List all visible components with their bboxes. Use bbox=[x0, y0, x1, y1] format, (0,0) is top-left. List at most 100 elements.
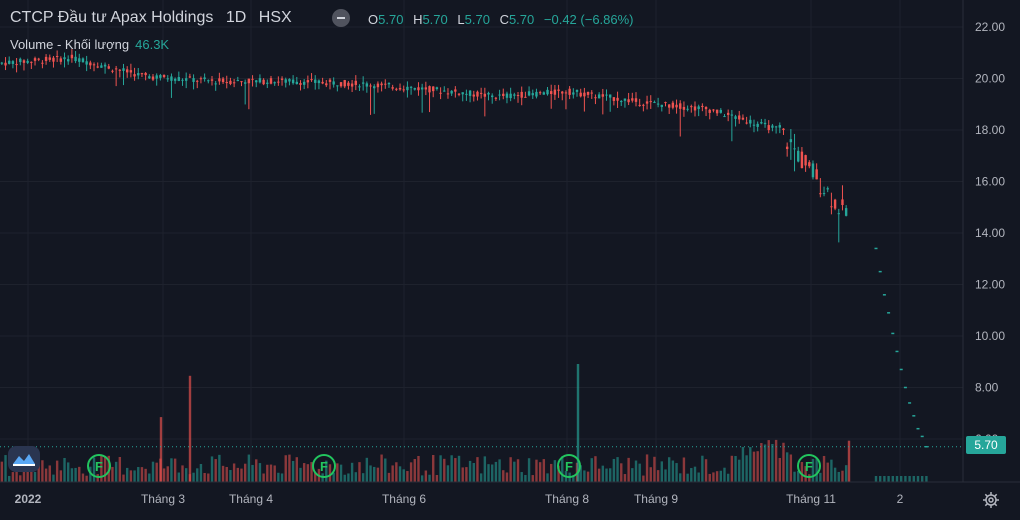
eye-hide-icon[interactable] bbox=[332, 9, 350, 27]
volume-bar bbox=[221, 465, 225, 482]
symbol-exchange: HSX bbox=[258, 9, 292, 26]
candle-body bbox=[513, 94, 516, 96]
volume-bar bbox=[380, 454, 383, 482]
volume-bar bbox=[376, 467, 380, 482]
volume-bar bbox=[656, 470, 660, 482]
candle-body bbox=[800, 151, 804, 169]
candle-body bbox=[561, 91, 564, 94]
volume-bar bbox=[118, 456, 122, 482]
candle-body bbox=[756, 123, 759, 127]
candle-body bbox=[15, 64, 18, 66]
volume-bar bbox=[247, 454, 251, 482]
volume-bar bbox=[826, 462, 829, 482]
candle-body bbox=[170, 76, 173, 81]
candle-body bbox=[509, 93, 512, 99]
time-tick-label: 2 bbox=[897, 492, 904, 506]
candle-body bbox=[749, 119, 752, 124]
candle-body bbox=[177, 77, 181, 81]
volume-legend[interactable]: Volume - Khối lượng 46.3K bbox=[10, 37, 169, 52]
gear-icon[interactable] bbox=[983, 492, 999, 508]
candle-body bbox=[616, 97, 619, 101]
candle-body bbox=[432, 86, 435, 92]
candle-body bbox=[542, 92, 546, 95]
candle-body bbox=[343, 80, 346, 87]
volume-bar bbox=[620, 463, 623, 482]
volume-bar bbox=[771, 443, 774, 482]
candle-body bbox=[269, 78, 273, 84]
volume-bar bbox=[140, 467, 144, 482]
financial-event-icon[interactable]: F bbox=[312, 454, 336, 478]
volume-bar bbox=[409, 462, 413, 482]
price-tick-label: 22.00 bbox=[975, 20, 1005, 34]
volume-bar bbox=[144, 468, 147, 482]
candle-body bbox=[114, 68, 118, 70]
volume-bar bbox=[793, 471, 796, 482]
volume-bar bbox=[815, 458, 818, 482]
candle-body bbox=[369, 85, 372, 87]
volume-bar bbox=[682, 457, 686, 482]
volume-bar bbox=[369, 465, 372, 482]
volume-bar bbox=[19, 475, 22, 482]
candle-body bbox=[472, 94, 475, 97]
candle-body bbox=[55, 56, 59, 58]
tradingview-logo-icon[interactable] bbox=[8, 446, 40, 472]
candle-body bbox=[306, 80, 310, 83]
volume-bar bbox=[387, 472, 391, 482]
candle-body bbox=[601, 94, 605, 97]
symbol-header[interactable]: CTCP Đầu tư Apax Holdings 1D HSX bbox=[10, 9, 296, 27]
candle-body bbox=[240, 81, 243, 83]
volume-spike bbox=[188, 375, 192, 482]
time-tick-label: Tháng 4 bbox=[229, 492, 273, 506]
volume-bar bbox=[284, 455, 287, 482]
candle-body bbox=[380, 83, 383, 86]
candle-body bbox=[251, 78, 254, 80]
volume-bar bbox=[513, 461, 516, 482]
volume-bar bbox=[181, 465, 184, 482]
volume-bar bbox=[225, 466, 228, 482]
candle-body bbox=[627, 99, 630, 103]
candle-body bbox=[291, 79, 295, 84]
volume-bar bbox=[916, 476, 920, 482]
volume-bar bbox=[535, 459, 538, 482]
candle-body bbox=[752, 124, 756, 126]
volume-bar bbox=[398, 466, 402, 482]
volume-bar bbox=[808, 474, 811, 482]
time-tick-label: Tháng 3 bbox=[141, 492, 185, 506]
candle-body bbox=[48, 57, 51, 60]
volume-bar bbox=[170, 458, 173, 482]
candle-body bbox=[37, 58, 40, 60]
financial-event-icon[interactable]: F bbox=[87, 454, 111, 478]
candle-body bbox=[67, 59, 70, 62]
candle-body bbox=[734, 116, 737, 119]
ohlc-open-key: O bbox=[368, 12, 379, 27]
candle-body bbox=[188, 76, 192, 78]
volume-bar bbox=[114, 461, 118, 482]
volume-bar bbox=[354, 472, 357, 482]
volume-bar bbox=[667, 457, 671, 482]
chart-root[interactable]: 22.0020.0018.0016.0014.0012.0010.008.006… bbox=[0, 0, 1020, 515]
candle-body bbox=[826, 188, 829, 190]
candle-body bbox=[85, 61, 88, 65]
volume-bar bbox=[358, 462, 361, 482]
volume-bar bbox=[697, 472, 700, 482]
candle-body bbox=[218, 78, 221, 82]
symbol-interval[interactable]: 1D bbox=[226, 9, 246, 26]
volume-bar bbox=[166, 466, 169, 482]
candle-body bbox=[454, 89, 457, 92]
volume-bar bbox=[240, 468, 243, 482]
candle-body bbox=[527, 91, 531, 96]
candle-body bbox=[524, 96, 527, 98]
candle-body bbox=[89, 62, 92, 66]
volume-bar bbox=[653, 456, 656, 482]
volume-bar bbox=[895, 476, 899, 482]
volume-bar bbox=[476, 457, 479, 482]
volume-bar bbox=[645, 454, 649, 482]
price-tick-label: 12.00 bbox=[975, 278, 1005, 292]
candle-body bbox=[808, 162, 811, 167]
candle-body bbox=[712, 109, 715, 111]
price-chart[interactable]: 22.0020.0018.0016.0014.0012.0010.008.006… bbox=[0, 0, 1020, 515]
candle-body bbox=[738, 115, 741, 120]
volume-bar bbox=[424, 470, 428, 482]
volume-bar bbox=[778, 457, 781, 482]
candle-body bbox=[642, 104, 645, 106]
